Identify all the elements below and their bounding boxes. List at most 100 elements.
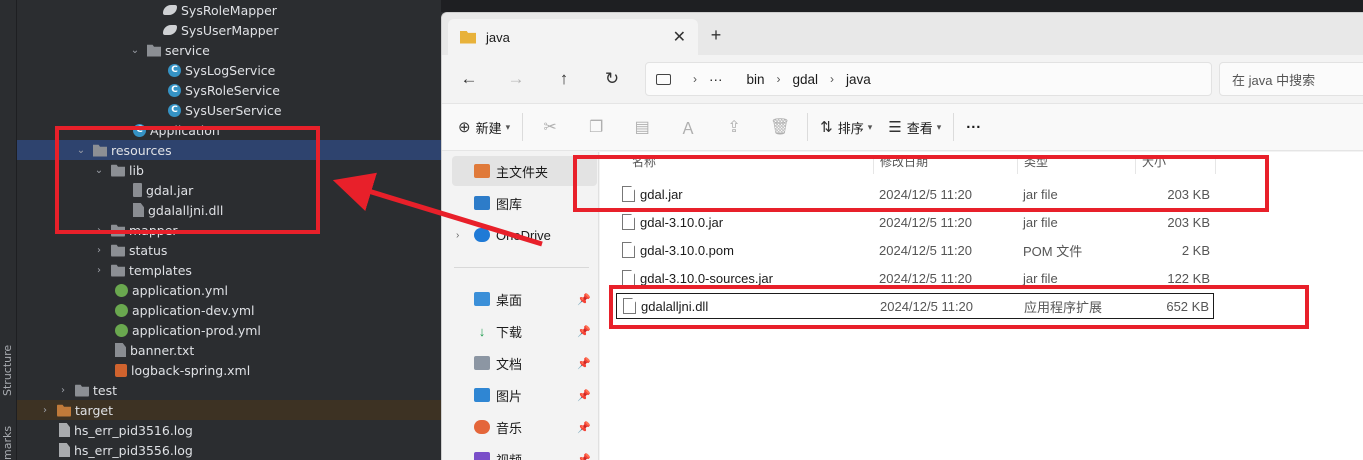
nav-item-videos[interactable]: 视频 📌: [452, 444, 597, 460]
file-size: 2 KB: [1181, 242, 1210, 258]
file-row[interactable]: gdal-3.10.0.jar 2024/12/5 11:20 jar file…: [616, 209, 1214, 235]
copy-icon[interactable]: ❐: [573, 111, 619, 143]
chevron-down-icon[interactable]: ⌄: [129, 45, 141, 56]
new-button[interactable]: ⊕ 新建 ▾: [450, 111, 518, 143]
file-icon: [622, 214, 635, 230]
breadcrumb-java[interactable]: java: [846, 72, 871, 87]
tab-bar: java ✕ +: [442, 13, 1363, 55]
tree-item-label: application.yml: [132, 282, 228, 298]
file-type: jar file: [1023, 214, 1058, 230]
tree-item-hs-err-pid3556-log[interactable]: hs_err_pid3556.log: [17, 440, 441, 460]
more-options-button[interactable]: ···: [958, 111, 989, 143]
breadcrumb-gdal[interactable]: gdal: [793, 72, 819, 87]
pin-icon[interactable]: 📌: [577, 357, 591, 370]
chevron-down-icon: ▾: [867, 121, 873, 132]
tree-item-test[interactable]: › test: [17, 380, 441, 400]
breadcrumb[interactable]: › ··· bin › gdal › java: [645, 62, 1212, 96]
divider: [807, 113, 809, 141]
tree-item-label: SysLogService: [185, 62, 276, 78]
pin-icon[interactable]: 📌: [577, 389, 591, 402]
tree-item-application-dev-yml[interactable]: application-dev.yml: [17, 300, 441, 320]
chevron-right-icon[interactable]: ›: [93, 245, 105, 256]
cloud-icon: [474, 228, 490, 242]
log-icon: [59, 443, 70, 457]
tree-item-label: test: [93, 382, 118, 398]
nav-item-label: 桌面: [496, 292, 523, 308]
nav-item-pictures[interactable]: 图片 📌: [452, 380, 597, 410]
tree-item-label: status: [129, 242, 168, 258]
ide-tool-strip: Structure marks: [0, 0, 17, 460]
gallery-icon: [474, 196, 490, 210]
class-icon: C: [168, 83, 181, 97]
tree-item-sysroleservice[interactable]: C SysRoleService: [17, 80, 441, 100]
nav-item-music[interactable]: 音乐 📌: [452, 412, 597, 442]
tree-item-templates[interactable]: › templates: [17, 260, 441, 280]
pin-icon[interactable]: 📌: [577, 421, 591, 434]
tree-item-logback-spring-xml[interactable]: logback-spring.xml: [17, 360, 441, 380]
rename-icon[interactable]: Ａ: [665, 111, 711, 143]
file-name: gdal-3.10.0-sources.jar: [640, 270, 773, 286]
view-button[interactable]: ☰ 查看 ▾: [880, 111, 949, 143]
refresh-button[interactable]: ↻: [599, 67, 625, 91]
breadcrumb-bin[interactable]: bin: [747, 72, 765, 87]
share-icon[interactable]: ⇪: [711, 111, 757, 143]
new-tab-button[interactable]: +: [704, 25, 728, 46]
tree-item-status[interactable]: › status: [17, 240, 441, 260]
back-button[interactable]: ←: [456, 67, 482, 91]
chevron-right-icon[interactable]: ›: [57, 385, 69, 396]
up-button[interactable]: ↑: [551, 67, 577, 91]
tree-item-sysrolemapper[interactable]: SysRoleMapper: [17, 0, 441, 20]
command-bar: ⊕ 新建 ▾ ✂ ❐ ▤ Ａ ⇪ 🗑 ⇅ 排序 ▾ ☰ 查看 ▾ ···: [442, 103, 1363, 151]
pin-icon[interactable]: 📌: [577, 293, 591, 306]
mapper-icon: [163, 25, 177, 35]
address-bar-row: ← → ↑ ↻ › ··· bin › gdal › java 在 java 中…: [442, 55, 1363, 103]
file-size: 203 KB: [1167, 214, 1210, 230]
file-row[interactable]: gdal-3.10.0.pom 2024/12/5 11:20 POM 文件 2…: [616, 237, 1214, 263]
file-icon: [622, 270, 635, 286]
tree-item-sysusermapper[interactable]: SysUserMapper: [17, 20, 441, 40]
chevron-down-icon: ▾: [936, 121, 942, 132]
tree-item-application-prod-yml[interactable]: application-prod.yml: [17, 320, 441, 340]
file-icon: [622, 242, 635, 258]
folder-icon: [111, 264, 125, 277]
nav-item-onedrive[interactable]: › OneDrive: [452, 220, 597, 250]
nav-item-label: 图库: [496, 196, 523, 212]
bookmarks-tool-label[interactable]: marks: [1, 426, 14, 460]
nav-item-documents[interactable]: 文档 📌: [452, 348, 597, 378]
tree-item-sysuserservice[interactable]: C SysUserService: [17, 100, 441, 120]
chevron-right-icon[interactable]: ›: [39, 405, 51, 416]
tree-item-hs-err-pid3516-log[interactable]: hs_err_pid3516.log: [17, 420, 441, 440]
tab-java[interactable]: java ✕: [448, 19, 698, 55]
tree-item-label: application-prod.yml: [132, 322, 261, 338]
chevron-right-icon[interactable]: ›: [93, 265, 105, 276]
paste-icon[interactable]: ▤: [619, 111, 665, 143]
breadcrumb-more[interactable]: ···: [709, 72, 723, 87]
pin-icon[interactable]: 📌: [577, 453, 591, 460]
pin-icon[interactable]: 📌: [577, 325, 591, 338]
tree-item-banner-txt[interactable]: banner.txt: [17, 340, 441, 360]
chevron-right-icon[interactable]: ›: [456, 230, 459, 241]
package-icon: [147, 44, 161, 57]
folder-icon: [460, 30, 476, 44]
tree-item-service[interactable]: ⌄ service: [17, 40, 441, 60]
tree-item-application-yml[interactable]: application.yml: [17, 280, 441, 300]
nav-item-desktop[interactable]: 桌面 📌: [452, 284, 597, 314]
music-icon: [474, 420, 490, 434]
tree-item-target[interactable]: › target: [17, 400, 441, 420]
tree-item-syslogservice[interactable]: C SysLogService: [17, 60, 441, 80]
nav-item-downloads[interactable]: ↓ 下载 📌: [452, 316, 597, 346]
sort-button[interactable]: ⇅ 排序 ▾: [812, 111, 880, 143]
file-date: 2024/12/5 11:20: [879, 214, 973, 230]
video-icon: [474, 452, 490, 460]
delete-icon[interactable]: 🗑: [757, 111, 803, 143]
document-icon: [474, 356, 490, 370]
forward-button[interactable]: →: [503, 67, 529, 91]
nav-item-label: 主文件夹: [496, 164, 549, 180]
folder-icon: [75, 384, 89, 397]
search-input[interactable]: 在 java 中搜索: [1219, 62, 1363, 96]
structure-tool-label[interactable]: Structure: [1, 345, 14, 396]
close-icon[interactable]: ✕: [673, 27, 686, 47]
new-label: 新建: [475, 120, 502, 136]
cut-icon[interactable]: ✂: [527, 111, 573, 143]
tree-item-label: SysUserMapper: [181, 22, 279, 38]
